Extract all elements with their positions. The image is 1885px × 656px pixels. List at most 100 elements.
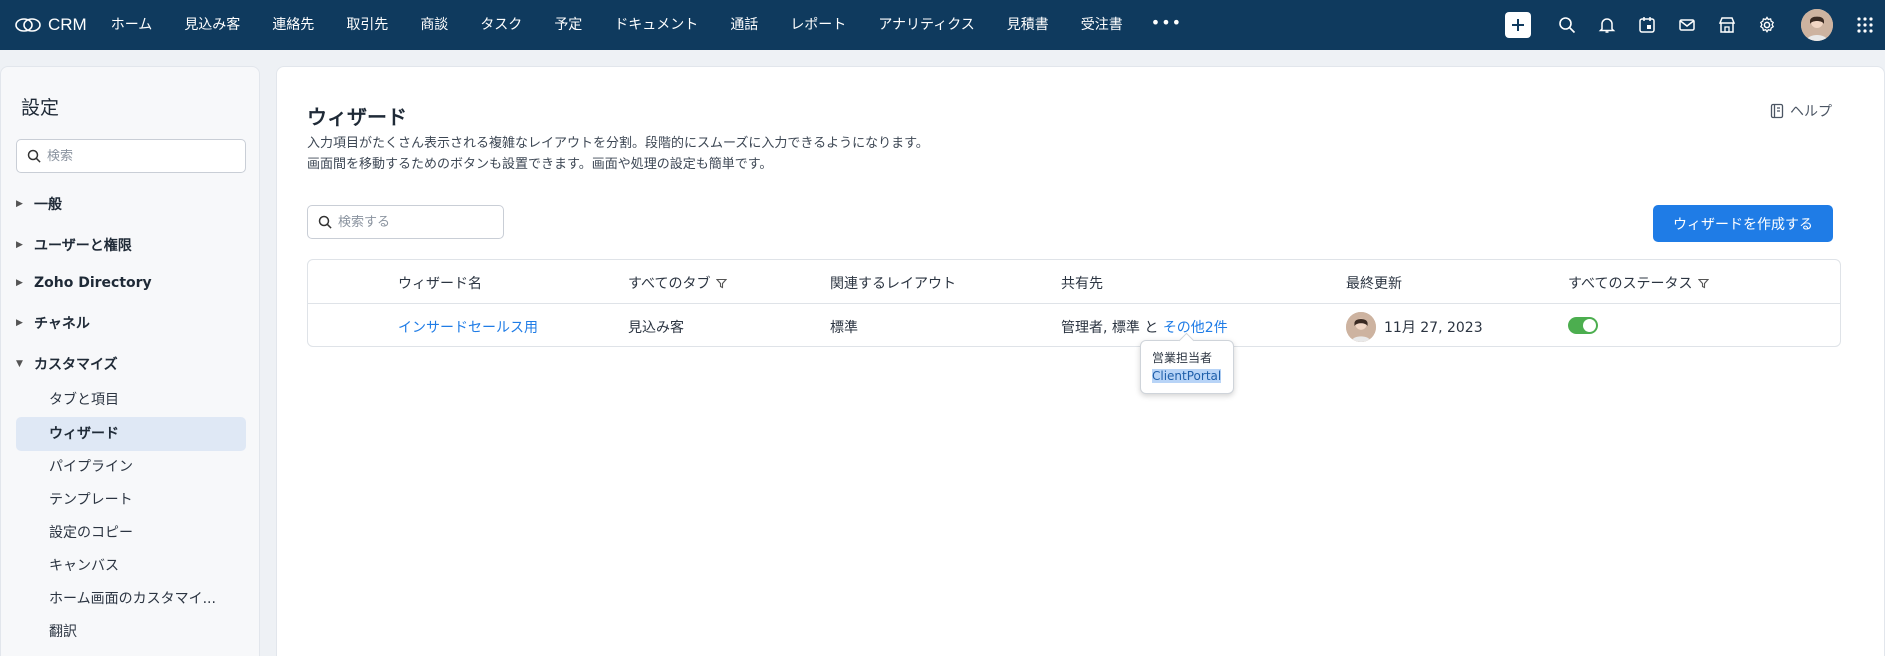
nav-leads[interactable]: 見込み客 <box>168 0 256 50</box>
sidebar-group-customize[interactable]: ▼ カスタマイズ <box>16 354 118 374</box>
sidebar-group-label: Zoho Directory <box>34 275 152 291</box>
nav-analytics[interactable]: アナリティクス <box>862 0 990 50</box>
settings-sidebar: 設定 ▶ 一般 ▶ ユーザーと権限 ▶ Zoho Directory ▶ チャネ… <box>0 66 260 656</box>
page-description: 入力項目がたくさん表示される複雑なレイアウトを分割。段階的にスムーズに入力できる… <box>307 133 929 175</box>
nav-contacts[interactable]: 連絡先 <box>256 0 330 50</box>
mail-icon <box>1679 19 1695 31</box>
main-panel: ウィザード 入力項目がたくさん表示される複雑なレイアウトを分割。段階的にスムーズ… <box>276 66 1885 656</box>
filter-icon[interactable] <box>1698 278 1710 289</box>
tooltip-line-2: ClientPortal <box>1152 369 1222 383</box>
filter-icon[interactable] <box>716 278 728 289</box>
nav-tasks[interactable]: タスク <box>464 0 538 50</box>
column-last-modified: 最終更新 <box>1346 276 1402 292</box>
column-shared-with: 共有先 <box>1061 276 1103 292</box>
help-label: ヘルプ <box>1790 104 1832 120</box>
wizard-search-input[interactable] <box>338 214 488 230</box>
crm-logo-icon <box>15 18 41 32</box>
sidebar-item-translation[interactable]: 翻訳 <box>49 621 77 641</box>
bell-icon <box>1598 18 1616 33</box>
help-link[interactable]: ヘルプ <box>1770 101 1832 121</box>
nav-calls[interactable]: 通話 <box>714 0 774 50</box>
sidebar-item-pipelines[interactable]: パイプライン <box>49 456 133 476</box>
sidebar-search-input[interactable] <box>47 148 227 164</box>
wizard-search[interactable] <box>307 205 504 239</box>
apps-grid-icon <box>1857 17 1873 33</box>
wizard-status <box>1568 317 1598 334</box>
sidebar-group-label: ユーザーと権限 <box>34 238 132 254</box>
column-wizard-name: ウィザード名 <box>398 276 482 292</box>
column-tabs[interactable]: すべてのタブ <box>628 273 728 293</box>
marketplace-button[interactable] <box>1707 0 1747 50</box>
sidebar-title: 設定 <box>21 97 60 119</box>
status-toggle[interactable] <box>1568 317 1598 334</box>
shared-more-link[interactable]: その他2件 <box>1163 317 1228 337</box>
column-status[interactable]: すべてのステータス <box>1568 273 1710 293</box>
column-related-layouts: 関連するレイアウト <box>830 276 956 292</box>
notifications-button[interactable] <box>1587 0 1627 50</box>
search-button[interactable] <box>1547 0 1587 50</box>
shared-with-tooltip: 営業担当者 ClientPortal <box>1140 340 1234 394</box>
wizards-table: ウィザード名 すべてのタブ 関連するレイアウト 共有先 最終更新 すべてのステー… <box>307 259 1841 347</box>
sidebar-group-zoho-directory[interactable]: ▶ Zoho Directory <box>16 275 152 291</box>
avatar <box>1346 312 1376 342</box>
wizard-name-link[interactable]: インサードセールス用 <box>398 317 538 337</box>
sidebar-item-canvas[interactable]: キャンバス <box>49 555 119 575</box>
table-row: インサードセールス用 見込み客 標準 管理者, 標準 と その他2件 11月 2… <box>308 304 1840 347</box>
column-status-label: すべてのステータス <box>1568 276 1693 292</box>
caret-right-icon: ▶ <box>16 199 23 209</box>
sidebar-item-templates[interactable]: テンプレート <box>49 489 133 509</box>
plus-icon <box>1512 19 1524 31</box>
user-avatar[interactable] <box>1801 9 1833 41</box>
nav-documents[interactable]: ドキュメント <box>598 0 714 50</box>
search-icon <box>27 149 41 163</box>
nav-sales-orders[interactable]: 受注書 <box>1065 0 1139 50</box>
gear-icon <box>1759 16 1775 33</box>
quick-create-button[interactable] <box>1505 12 1531 38</box>
crm-logo[interactable]: CRM <box>14 0 87 50</box>
sidebar-group-channels[interactable]: ▶ チャネル <box>16 313 90 333</box>
sidebar-group-label: 一般 <box>34 197 62 213</box>
sidebar-group-general[interactable]: ▶ 一般 <box>16 194 62 214</box>
mail-button[interactable] <box>1667 0 1707 50</box>
topbar-actions <box>1505 0 1885 50</box>
nav-events[interactable]: 予定 <box>538 0 598 50</box>
wizard-layout: 標準 <box>830 320 858 336</box>
search-icon <box>1559 17 1576 34</box>
page-title: ウィザード <box>307 105 407 129</box>
caret-right-icon: ▶ <box>16 318 23 328</box>
wizard-last-modified: 11月 27, 2023 <box>1346 312 1483 342</box>
wizard-tab: 見込み客 <box>628 320 684 336</box>
tooltip-line-1: 営業担当者 <box>1152 351 1213 365</box>
last-modified-date: 11月 27, 2023 <box>1384 320 1483 336</box>
nav-reports[interactable]: レポート <box>774 0 862 50</box>
sidebar-item-modules-fields[interactable]: タブと項目 <box>49 389 119 409</box>
description-line-1: 入力項目がたくさん表示される複雑なレイアウトを分割。段階的にスムーズに入力できる… <box>307 136 929 151</box>
column-tabs-label: すべてのタブ <box>628 276 711 292</box>
sidebar-group-users-permissions[interactable]: ▶ ユーザーと権限 <box>16 235 132 255</box>
create-wizard-button[interactable]: ウィザードを作成する <box>1653 205 1833 242</box>
sidebar-item-wizards[interactable]: ウィザード <box>49 423 119 443</box>
apps-button[interactable] <box>1847 0 1883 50</box>
table-header: ウィザード名 すべてのタブ 関連するレイアウト 共有先 最終更新 すべてのステー… <box>308 260 1840 304</box>
shared-with-text: 管理者, 標準 と <box>1061 320 1163 336</box>
search-icon <box>318 215 332 229</box>
nav-more-button[interactable]: ••• <box>1139 0 1194 50</box>
nav-deals[interactable]: 商談 <box>404 0 464 50</box>
caret-right-icon: ▶ <box>16 240 23 250</box>
help-book-icon <box>1770 103 1784 119</box>
nav-quotes[interactable]: 見積書 <box>991 0 1065 50</box>
sidebar-search[interactable] <box>16 139 246 173</box>
top-navigation-bar: CRM ホーム 見込み客 連絡先 取引先 商談 タスク 予定 ドキュメント 通話… <box>0 0 1885 50</box>
description-line-2: 画面間を移動するためのボタンも設置できます。画面や処理の設定も簡単です。 <box>307 157 773 172</box>
nav-accounts[interactable]: 取引先 <box>330 0 404 50</box>
store-icon <box>1718 17 1736 33</box>
sidebar-item-home-customization[interactable]: ホーム画面のカスタマイ... <box>49 588 216 608</box>
wizard-shared-with: 管理者, 標準 と その他2件 <box>1061 317 1228 337</box>
sidebar-item-copy-customization[interactable]: 設定のコピー <box>49 522 133 542</box>
calendar-icon <box>1639 17 1655 33</box>
avatar-image <box>1801 9 1833 41</box>
calendar-button[interactable] <box>1627 0 1667 50</box>
settings-button[interactable] <box>1747 0 1787 50</box>
nav-home[interactable]: ホーム <box>95 0 169 50</box>
caret-down-icon: ▼ <box>16 359 23 369</box>
